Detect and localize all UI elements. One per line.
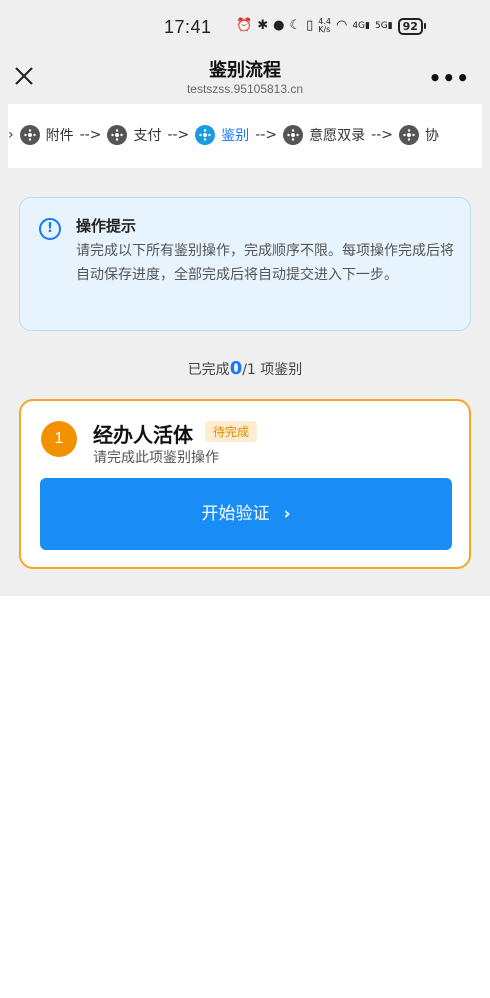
step-label: 鉴别 xyxy=(221,128,250,144)
tip-title: 操作提示 xyxy=(76,217,137,235)
status-icons: ⏰ ✱ ● ☾ ▯ 4.4 K/s ◠ 4G▮ 5G▮ 92 xyxy=(236,17,426,35)
step-separator: --> xyxy=(371,127,393,143)
bluetooth-icon: ✱ xyxy=(257,18,269,33)
progress-prefix: 已完成 xyxy=(187,362,230,378)
alarm-icon: ⏰ xyxy=(236,18,253,33)
location-icon: ● xyxy=(273,18,285,33)
step-item: 协 xyxy=(398,125,445,145)
step-label: 协 xyxy=(424,128,439,144)
nav-bar: 鉴别流程 testszss.95105813.cn ••• xyxy=(0,52,490,102)
process-steps: › 附件 --> 支付 --> 鉴别 --> 意愿双录 --> 协 xyxy=(8,104,482,168)
battery-level: 92 xyxy=(397,17,423,35)
step-icon xyxy=(195,125,216,145)
tip-text: 请完成以下所有鉴别操作，完成顺序不限。每项操作完成后将自动保存进度，全部完成后将… xyxy=(76,243,454,283)
page-domain: testszss.95105813.cn xyxy=(186,82,304,96)
step-separator: --> xyxy=(255,127,278,143)
step-separator: --> xyxy=(167,127,190,143)
step-separator: --> xyxy=(79,127,102,143)
signal-4g-icon: 4G▮ xyxy=(352,21,370,31)
page-title: 鉴别流程 xyxy=(209,60,281,81)
step-arrow: › xyxy=(8,127,14,143)
step-icon xyxy=(19,125,40,145)
step-icon xyxy=(107,125,128,145)
start-verify-button[interactable]: 开始验证 › xyxy=(40,478,452,550)
signal-5g-icon: 5G▮ xyxy=(374,21,393,31)
info-icon: ! xyxy=(39,218,61,240)
step-label: 支付 xyxy=(133,128,162,144)
step-item: 意愿双录 xyxy=(283,125,371,145)
task-title: 经办人活体 xyxy=(93,423,193,447)
step-label: 意愿双录 xyxy=(309,128,366,144)
more-button[interactable]: ••• xyxy=(429,66,470,90)
task-subtitle: 请完成此项鉴别操作 xyxy=(93,450,219,466)
wifi-icon: ◠ xyxy=(335,18,348,33)
step-item: 附件 xyxy=(19,125,80,145)
step-icon xyxy=(398,125,419,145)
vibrate-icon: ▯ xyxy=(306,18,314,33)
progress-text: 已完成0/1 项鉴别 xyxy=(0,358,490,379)
chevron-right-icon: › xyxy=(283,504,291,524)
steps-row: › 附件 --> 支付 --> 鉴别 --> 意愿双录 --> 协 xyxy=(8,125,445,145)
progress-count: 0 xyxy=(229,358,243,379)
status-time: 17:41 xyxy=(164,17,212,37)
battery-icon: 92 xyxy=(397,17,426,35)
net-speed: 4.4 K/s xyxy=(318,17,331,34)
moon-icon: ☾ xyxy=(289,18,302,33)
status-badge: 待完成 xyxy=(205,421,258,442)
step-item: 支付 xyxy=(107,125,167,145)
step-label: 附件 xyxy=(45,128,74,144)
step-item: 鉴别 xyxy=(195,125,255,145)
tip-box: ! 操作提示 请完成以下所有鉴别操作，完成顺序不限。每项操作完成后将自动保存进度… xyxy=(19,197,471,331)
start-verify-label: 开始验证 xyxy=(201,504,270,524)
status-bar: 17:41 ⏰ ✱ ● ☾ ▯ 4.4 K/s ◠ 4G▮ 5G▮ 92 xyxy=(0,0,490,52)
progress-suffix: /1 项鉴别 xyxy=(242,362,303,378)
task-number-badge: 1 xyxy=(41,421,77,457)
task-card: 1 经办人活体 待完成 请完成此项鉴别操作 开始验证 › xyxy=(19,399,471,569)
step-icon xyxy=(283,125,304,145)
